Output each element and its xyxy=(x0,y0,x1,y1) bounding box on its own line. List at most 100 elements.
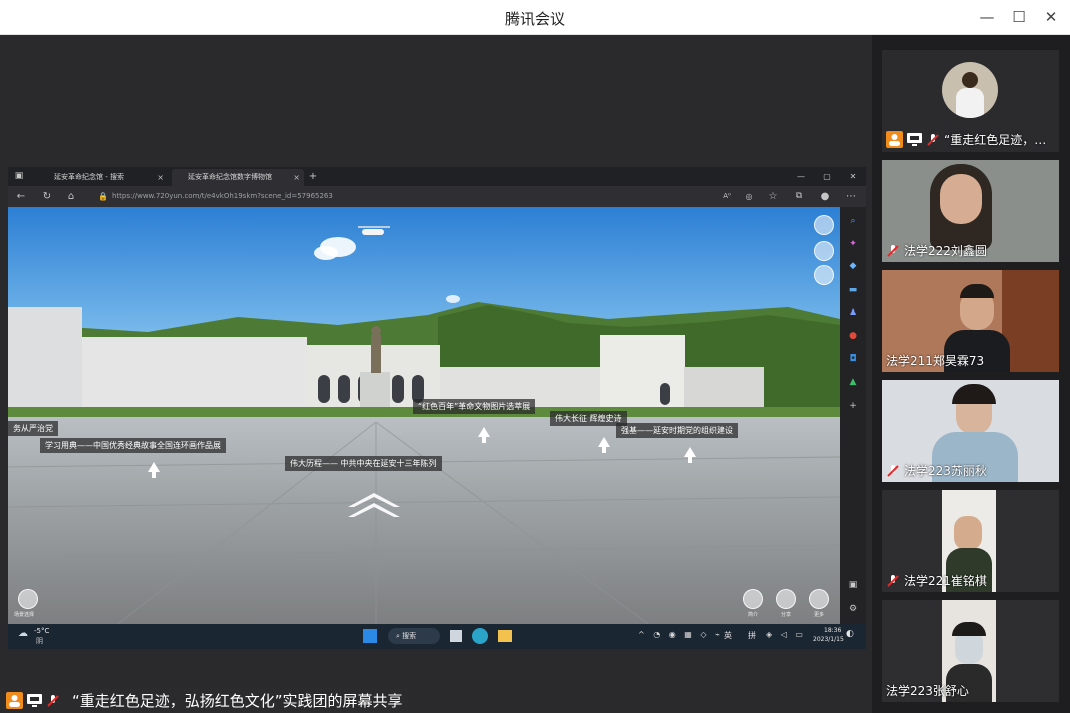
hotspot-label[interactable]: 学习用典——中国优秀经典故事全国连环画作品展 xyxy=(40,438,226,453)
drop-icon[interactable]: ▲ xyxy=(846,376,860,388)
mic-muted-icon xyxy=(47,694,59,707)
url-path: /t/e4vkOh19skm?scene_id=57965263 xyxy=(199,192,333,200)
new-tab-button[interactable]: + xyxy=(306,169,320,184)
tools-icon[interactable]: ▬ xyxy=(846,284,860,296)
participant-tile[interactable]: 法学223张舒心 xyxy=(882,600,1059,702)
tab-close-icon[interactable]: × xyxy=(157,169,164,186)
url-host: https://www.720yun.com xyxy=(112,192,200,200)
browser-tab-museum[interactable]: 延安革命纪念馆数字博物馆 × xyxy=(172,169,304,186)
file-explorer-icon[interactable] xyxy=(498,630,512,642)
close-button[interactable]: ✕ xyxy=(1039,6,1063,28)
host-badge-icon xyxy=(6,692,23,709)
participant-name-row: “重走红色足迹，… xyxy=(886,131,1046,148)
app-title: 腾讯会议 xyxy=(504,10,565,28)
vr-icon[interactable] xyxy=(814,265,834,285)
edge-icon[interactable] xyxy=(472,628,488,644)
gyro-icon[interactable] xyxy=(814,241,834,261)
browser-close-button[interactable]: ✕ xyxy=(846,169,860,184)
outlook-icon[interactable]: ◘ xyxy=(846,353,860,365)
more-menu-icon[interactable]: ⋯ xyxy=(844,189,858,204)
weather-temp: -5°C xyxy=(34,627,50,635)
sidebar-panel-icon[interactable]: ▣ xyxy=(846,579,860,591)
taskbar-search[interactable]: ⌕ 搜索 xyxy=(388,628,440,644)
shared-browser-window: ▣ 延安革命纪念馆 - 搜索 × 延安革命纪念馆数字博物馆 × + — ▢ ✕ … xyxy=(8,167,866,649)
participant-name-row: 法学222刘鑫圆 xyxy=(886,242,987,259)
weather-icon: ☁ xyxy=(18,628,28,639)
profile-icon[interactable]: ● xyxy=(818,189,832,204)
settings-icon[interactable]: ⚙ xyxy=(846,603,860,615)
maximize-button[interactable]: ☐ xyxy=(1007,6,1031,28)
extension-icon[interactable]: ◎ xyxy=(742,189,756,204)
hotspot-label[interactable]: “红色百年”革命文物图片选萃展 xyxy=(413,399,536,414)
ime-mode[interactable]: 拼 xyxy=(748,630,756,641)
more-icon[interactable] xyxy=(809,589,829,609)
hotspot-label[interactable]: 伟大历程—— 中共中央在延安十三年陈列 xyxy=(285,456,442,471)
participant-tile[interactable]: 法学222刘鑫圆 xyxy=(882,160,1059,262)
participant-name: “重走红色足迹，… xyxy=(944,133,1047,147)
minimize-button[interactable]: — xyxy=(975,6,999,28)
panorama-view[interactable]: “红色百年”革命文物图片选萃展 伟大长征 辉煌史诗 强基——延安时期党的组织建设… xyxy=(8,207,840,624)
window-menu-icon[interactable]: ▣ xyxy=(12,169,26,184)
read-aloud-icon[interactable]: A⁰ xyxy=(720,189,734,204)
intro-icon[interactable] xyxy=(743,589,763,609)
weather-desc: 阴 xyxy=(36,637,43,645)
scene-select-label: 场景选择 xyxy=(14,612,35,618)
os-taskbar: ☁ -5°C 阴 ⌕ 搜索 ^ ◔ ◉ ▦ ◇ ⌁ 英 拼 ◈ ◁ ▭ 18:3… xyxy=(8,624,866,649)
browser-minimize-button[interactable]: — xyxy=(794,169,808,184)
hotspot-label[interactable]: 务从严治党 xyxy=(8,421,58,436)
panorama-image xyxy=(8,207,840,624)
hotspot-label[interactable]: 强基——延安时期党的组织建设 xyxy=(616,423,738,438)
participant-tile[interactable]: 法学223苏丽秋 xyxy=(882,380,1059,482)
participant-name: 法学223苏丽秋 xyxy=(904,464,987,478)
participant-face xyxy=(954,516,982,550)
task-view-icon[interactable] xyxy=(450,630,462,642)
ime-lang[interactable]: 英 xyxy=(724,630,732,641)
browser-tabbar: ▣ 延安革命纪念馆 - 搜索 × 延安革命纪念馆数字博物馆 × + — ▢ ✕ xyxy=(8,167,866,186)
mic-muted-icon xyxy=(887,574,899,587)
host-badge-icon xyxy=(886,131,903,148)
home-icon[interactable]: ⌂ xyxy=(64,189,78,204)
tray-icons[interactable]: ^ ◔ ◉ ▦ ◇ ⌁ xyxy=(638,630,723,639)
screen-share-status: “重走红色足迹，弘扬红色文化”实践团的屏幕共享 xyxy=(0,688,409,713)
office-icon[interactable]: ● xyxy=(846,330,860,342)
participant-tile[interactable]: 法学221崔铭棋 xyxy=(882,490,1059,592)
screen-share-icon xyxy=(907,133,922,146)
favorites-icon[interactable]: ☆ xyxy=(766,189,780,204)
tab-label: 延安革命纪念馆数字博物馆 xyxy=(188,173,272,181)
url-field[interactable]: 🔒 https://www.720yun.com/t/e4vkOh19skm?sc… xyxy=(98,189,718,204)
notification-icon[interactable]: ◐ xyxy=(846,629,854,639)
participant-tile[interactable]: 法学211郑昊霖73 xyxy=(882,270,1059,372)
participant-tile[interactable]: “重走红色足迹，… xyxy=(882,50,1059,152)
participant-name: 法学211郑昊霖73 xyxy=(886,354,985,368)
shopping-icon[interactable]: ✦ xyxy=(846,238,860,250)
share-icon[interactable] xyxy=(776,589,796,609)
share-status-text: “重走红色足迹，弘扬红色文化”实践团的屏幕共享 xyxy=(72,692,403,710)
browser-tab-search[interactable]: 延安革命纪念馆 - 搜索 × xyxy=(38,169,168,186)
mic-muted-icon xyxy=(887,464,899,477)
start-icon[interactable] xyxy=(363,629,377,643)
games-icon[interactable]: ♟ xyxy=(846,307,860,319)
participant-face xyxy=(940,174,982,224)
tag-icon[interactable]: ◆ xyxy=(846,260,860,272)
screen-share-icon xyxy=(27,694,42,707)
tab-label: 延安革命纪念馆 - 搜索 xyxy=(54,173,124,181)
participant-hair xyxy=(952,384,996,404)
tab-close-icon[interactable]: × xyxy=(293,169,300,186)
scene-select-icon[interactable] xyxy=(18,589,38,609)
add-icon[interactable]: + xyxy=(846,400,860,412)
search-label: 搜索 xyxy=(402,632,417,640)
share-label: 分享 xyxy=(781,612,792,618)
network-volume-battery-icon[interactable]: ◈ ◁ ▭ xyxy=(766,630,806,639)
app-titlebar: 腾讯会议 — ☐ ✕ xyxy=(0,0,1070,35)
search-icon[interactable]: ⌕ xyxy=(846,215,860,227)
collections-icon[interactable]: ⧉ xyxy=(792,189,806,204)
participant-name: 法学223张舒心 xyxy=(886,684,969,698)
clock-date: 2023/1/15 xyxy=(813,636,844,643)
intro-label: 简介 xyxy=(748,612,759,618)
back-icon[interactable]: ← xyxy=(14,189,28,204)
participant-name-row: 法学211郑昊霖73 xyxy=(886,352,984,369)
refresh-icon[interactable]: ↻ xyxy=(40,189,54,204)
fullscreen-icon[interactable] xyxy=(814,215,834,235)
browser-maximize-button[interactable]: ▢ xyxy=(820,169,834,184)
screen-share-area: ▣ 延安革命纪念馆 - 搜索 × 延安革命纪念馆数字博物馆 × + — ▢ ✕ … xyxy=(0,35,872,713)
